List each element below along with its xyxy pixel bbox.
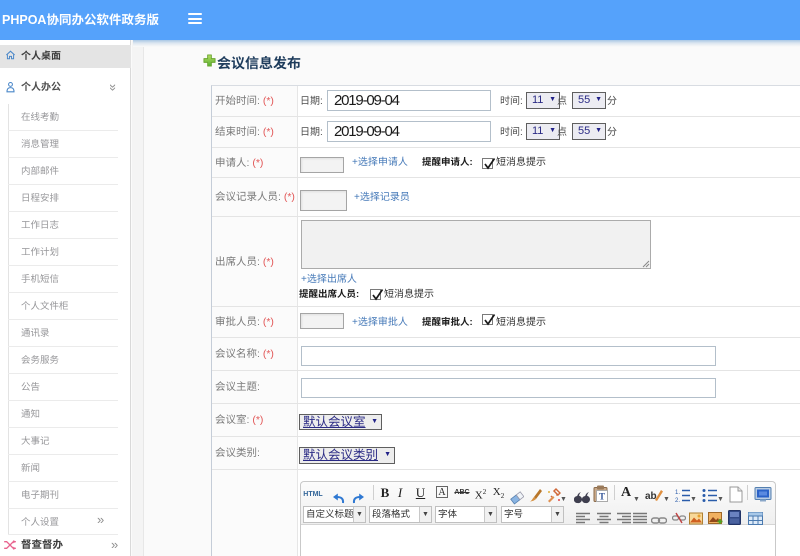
- svg-text:1.: 1.: [675, 490, 680, 496]
- svg-text:2.: 2.: [675, 498, 680, 504]
- svg-text:T: T: [599, 492, 605, 502]
- svg-text:ab: ab: [645, 491, 657, 502]
